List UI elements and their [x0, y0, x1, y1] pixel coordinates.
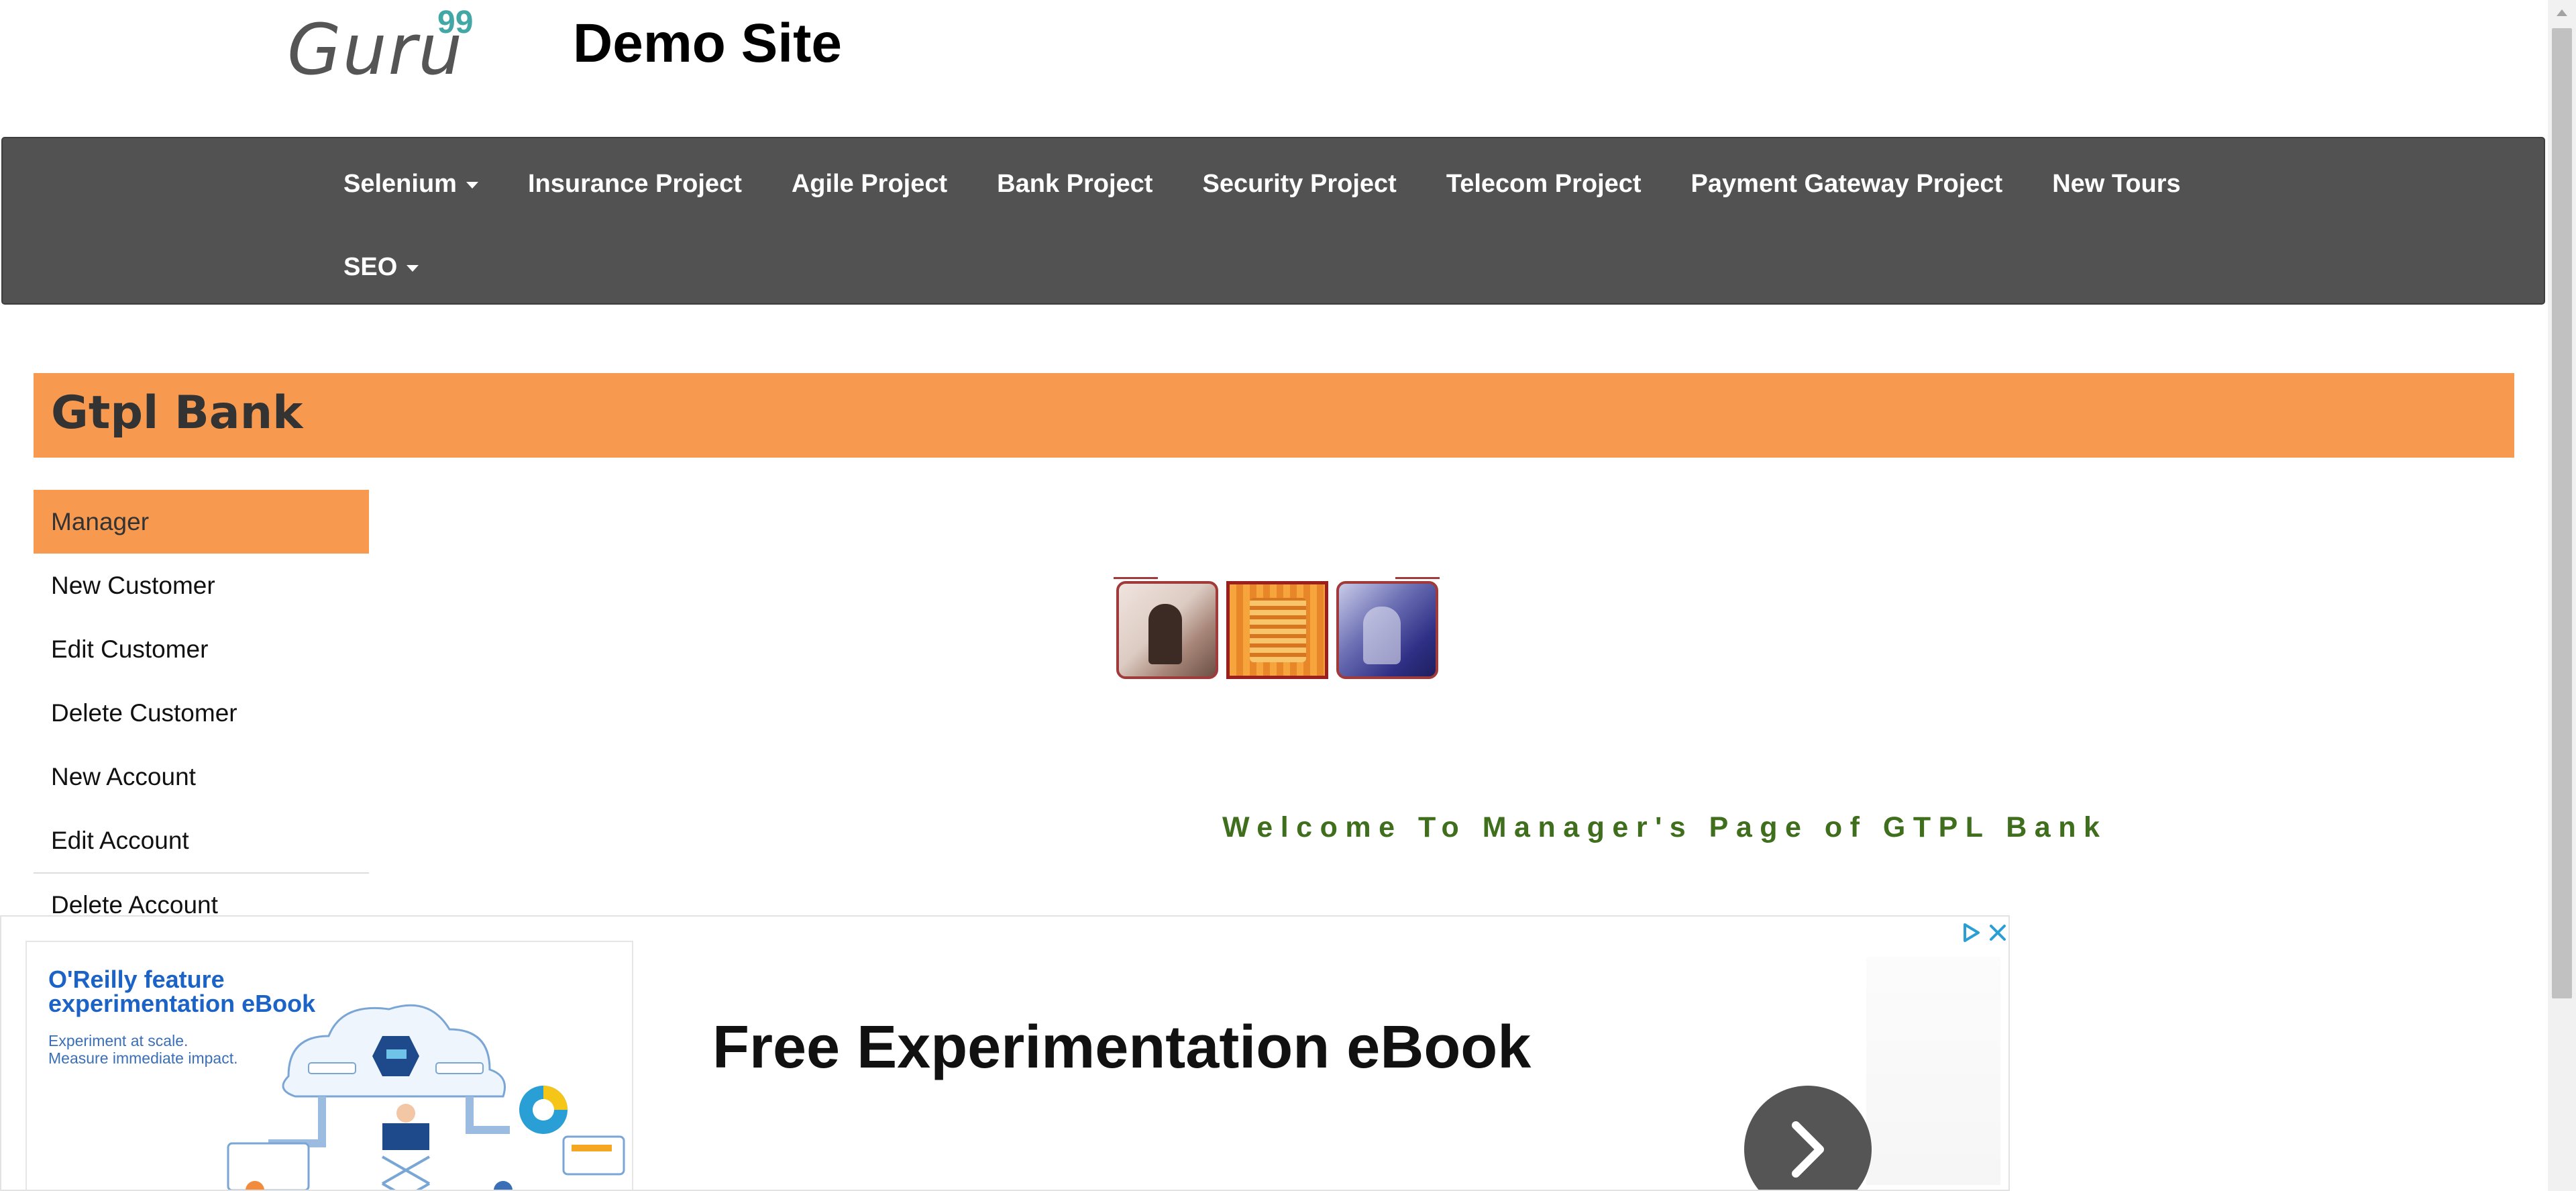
caret-down-icon: [407, 265, 419, 272]
bank-banner-image: [1114, 577, 1440, 680]
nav-item-label: Agile Project: [791, 169, 948, 198]
ad-faded-graphic: [1866, 957, 2000, 1185]
nav-item-security-project[interactable]: Security Project: [1202, 170, 1396, 199]
banner-frame-line: [1114, 577, 1158, 579]
nav-item-label: Bank Project: [997, 169, 1153, 198]
ad-headline[interactable]: Free Experimentation eBook: [712, 1017, 1531, 1078]
scrollbar-thumb[interactable]: [2552, 28, 2572, 998]
nav-item-payment-gateway-project[interactable]: Payment Gateway Project: [1691, 170, 2003, 199]
nav-item-label: SEO: [343, 252, 398, 281]
sidebar-item-new-customer[interactable]: New Customer: [34, 554, 369, 617]
nav-item-label: Telecom Project: [1446, 169, 1642, 198]
sidebar-item-delete-customer[interactable]: Delete Customer: [34, 681, 369, 745]
site-title: Demo Site: [573, 13, 842, 74]
navbar-row-2: SEO: [343, 246, 468, 289]
sidebar-item-new-account[interactable]: New Account: [34, 745, 369, 809]
nav-item-label: Selenium: [343, 169, 457, 198]
sidebar-item-edit-account[interactable]: Edit Account: [34, 809, 369, 872]
sidebar-item-edit-customer[interactable]: Edit Customer: [34, 617, 369, 681]
sidebar-item-label: New Customer: [51, 571, 215, 599]
page-scrollbar[interactable]: [2548, 0, 2576, 1191]
bank-header: Gtpl Bank: [34, 373, 2514, 458]
nav-item-label: New Tours: [2052, 169, 2181, 198]
guru99-logo[interactable]: Guru 99: [282, 4, 483, 91]
logo-superscript: 99: [437, 5, 474, 40]
sidebar-item-label: Manager: [51, 507, 150, 535]
main-navbar: Selenium Insurance Project Agile Project…: [1, 137, 2545, 305]
sidebar-item-label: New Account: [51, 762, 196, 790]
sidebar-item-label: Edit Account: [51, 826, 189, 854]
sidebar-menu: Manager New Customer Edit Customer Delet…: [34, 490, 369, 936]
navbar-row-1: Selenium Insurance Project Agile Project…: [343, 162, 2231, 205]
nav-item-bank-project[interactable]: Bank Project: [997, 170, 1152, 199]
caret-down-icon: [466, 182, 478, 189]
nav-item-label: Payment Gateway Project: [1690, 169, 2003, 198]
chevron-right-icon: [1792, 1121, 1824, 1178]
nav-item-selenium[interactable]: Selenium: [343, 170, 478, 199]
adchoices-icon[interactable]: [1960, 922, 1982, 943]
advertisement-banner[interactable]: O'Reilly feature experimentation eBook E…: [0, 915, 2010, 1191]
ad-illustration: [227, 1004, 625, 1190]
nav-item-new-tours[interactable]: New Tours: [2052, 170, 2180, 199]
page: Guru 99 Demo Site Selenium Insurance Pro…: [0, 0, 2576, 1191]
sidebar-item-label: Edit Customer: [51, 635, 209, 663]
banner-photo-woman-at-desk: [1336, 581, 1438, 679]
banner-photo-man-on-phone: [1116, 581, 1218, 679]
nav-item-telecom-project[interactable]: Telecom Project: [1446, 170, 1642, 199]
scroll-up-arrow-icon[interactable]: [2548, 0, 2576, 27]
ad-image[interactable]: O'Reilly feature experimentation eBook E…: [25, 941, 633, 1190]
nav-item-agile-project[interactable]: Agile Project: [792, 170, 947, 199]
nav-item-label: Insurance Project: [527, 169, 742, 198]
close-icon[interactable]: [1987, 922, 2008, 943]
banner-photo-coins: [1226, 581, 1328, 679]
sidebar-item-manager[interactable]: Manager: [34, 490, 369, 554]
nav-item-label: Security Project: [1202, 169, 1397, 198]
nav-item-seo[interactable]: SEO: [343, 253, 419, 282]
banner-frame-line: [1395, 577, 1440, 579]
ad-cta-button[interactable]: [1744, 1086, 1872, 1190]
nav-item-insurance-project[interactable]: Insurance Project: [528, 170, 742, 199]
sidebar-item-label: Delete Customer: [51, 698, 237, 727]
welcome-message: Welcome To Manager's Page of GTPL Bank: [1222, 811, 2108, 843]
bank-title: Gtpl Bank: [51, 386, 303, 439]
